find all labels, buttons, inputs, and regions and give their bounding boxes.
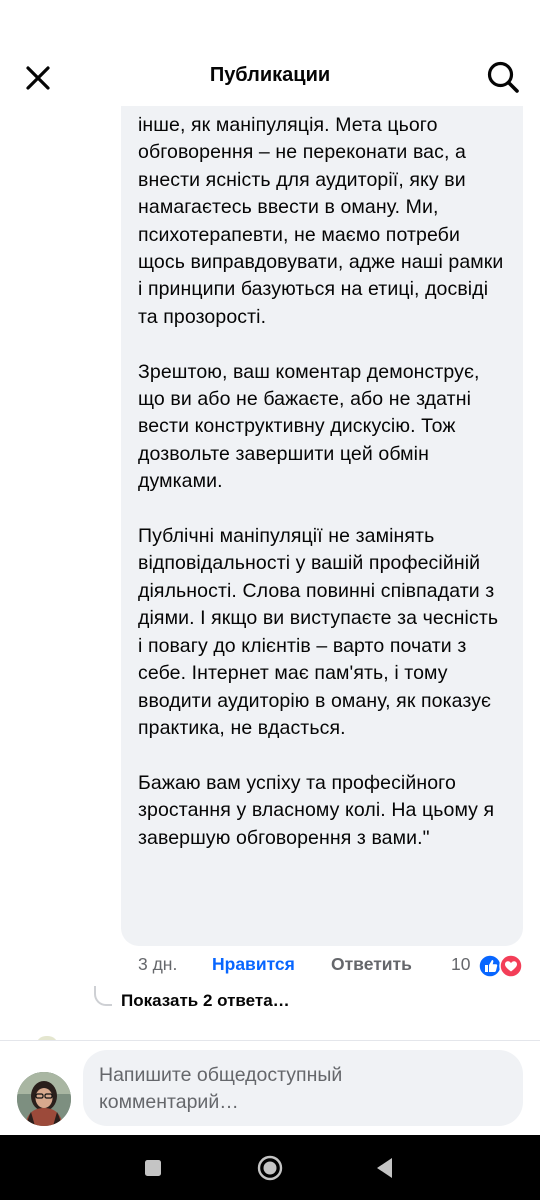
comment-paragraph: Публічні маніпуляції не замінять відпові…	[138, 525, 499, 739]
like-button[interactable]: Нравится	[212, 954, 295, 975]
comment-body: інше, як маніпуляція. Мета цього обговор…	[138, 112, 508, 852]
reply-thread-line	[94, 986, 112, 1006]
user-avatar[interactable]	[17, 1072, 71, 1126]
comment-input[interactable]: Напишите общедоступный комментарий…	[83, 1050, 523, 1126]
comments-feed[interactable]: інше, як маніпуляція. Мета цього обговор…	[0, 106, 540, 1040]
top-app-bar: Публикации	[0, 48, 540, 106]
system-nav-bar	[0, 1135, 540, 1200]
comment-composer: Напишите общедоступный комментарий…	[0, 1040, 540, 1136]
status-bar	[0, 0, 540, 48]
show-replies-link[interactable]: Показать 2 ответа…	[121, 991, 290, 1011]
search-button[interactable]	[484, 58, 522, 96]
comment-timestamp[interactable]: 3 дн.	[138, 954, 177, 975]
comment-paragraph: Бажаю вам успіху та професійного зростан…	[138, 771, 495, 849]
back-icon	[377, 1158, 392, 1178]
comment-paragraph: інше, як маніпуляція. Мета цього обговор…	[138, 114, 504, 328]
recents-button[interactable]	[138, 1153, 168, 1183]
home-icon	[257, 1155, 283, 1181]
home-button[interactable]	[255, 1153, 285, 1183]
recents-icon	[145, 1160, 161, 1176]
search-icon	[487, 61, 519, 93]
page-title: Публикации	[209, 64, 331, 86]
comment-paragraph: Зрештою, ваш коментар демонструє, що ви …	[138, 360, 480, 493]
reaction-count[interactable]: 10	[451, 954, 470, 975]
comment-actions: 3 дн. Нравится Ответить 10	[138, 954, 528, 978]
back-button[interactable]	[370, 1153, 400, 1183]
reactions-badge[interactable]	[478, 954, 526, 978]
avatar-image	[17, 1072, 71, 1126]
love-icon	[499, 954, 523, 978]
like-icon	[478, 954, 502, 978]
reply-button[interactable]: Ответить	[331, 954, 412, 975]
